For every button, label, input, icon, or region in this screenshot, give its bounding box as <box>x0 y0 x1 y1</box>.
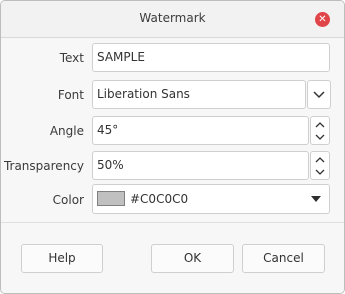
angle-increase-button[interactable] <box>311 118 329 131</box>
chevron-up-icon <box>315 122 325 128</box>
caret-down-icon <box>311 196 321 202</box>
angle-label: Angle <box>49 124 84 138</box>
dialog-title: Watermark <box>139 11 206 25</box>
color-label: Color <box>52 193 84 207</box>
transparency-increase-button[interactable] <box>311 153 329 166</box>
close-button[interactable]: ✕ <box>315 12 330 27</box>
help-button[interactable]: Help <box>21 244 103 273</box>
font-dropdown-button[interactable] <box>307 80 331 109</box>
angle-decrease-button[interactable] <box>311 131 329 144</box>
watermark-dialog: Watermark ✕ Text SAMPLE Font Liberation … <box>0 0 345 294</box>
chevron-up-icon <box>315 157 325 163</box>
close-icon: ✕ <box>318 14 327 25</box>
color-value: #C0C0C0 <box>130 192 189 206</box>
ok-button[interactable]: OK <box>151 244 234 273</box>
transparency-decrease-button[interactable] <box>311 166 329 179</box>
transparency-input[interactable]: 50% <box>92 151 309 180</box>
chevron-down-icon <box>315 134 325 140</box>
chevron-down-icon <box>315 169 325 175</box>
title-bar: Watermark ✕ <box>1 1 344 38</box>
chevron-down-icon <box>313 91 325 99</box>
color-swatch <box>97 191 125 206</box>
cancel-button[interactable]: Cancel <box>242 244 325 273</box>
font-label: Font <box>57 88 84 102</box>
angle-input[interactable]: 45° <box>92 116 309 145</box>
button-row-divider <box>1 222 344 223</box>
transparency-spin-buttons <box>310 151 330 180</box>
text-label: Text <box>59 51 84 65</box>
angle-spin-buttons <box>310 116 330 145</box>
color-picker-dropdown[interactable]: #C0C0C0 <box>92 184 330 214</box>
text-input[interactable]: SAMPLE <box>92 43 330 72</box>
font-input[interactable]: Liberation Sans <box>92 80 306 109</box>
dialog-content: Text SAMPLE Font Liberation Sans Angle 4… <box>1 38 344 293</box>
transparency-label: Transparency <box>3 159 84 173</box>
